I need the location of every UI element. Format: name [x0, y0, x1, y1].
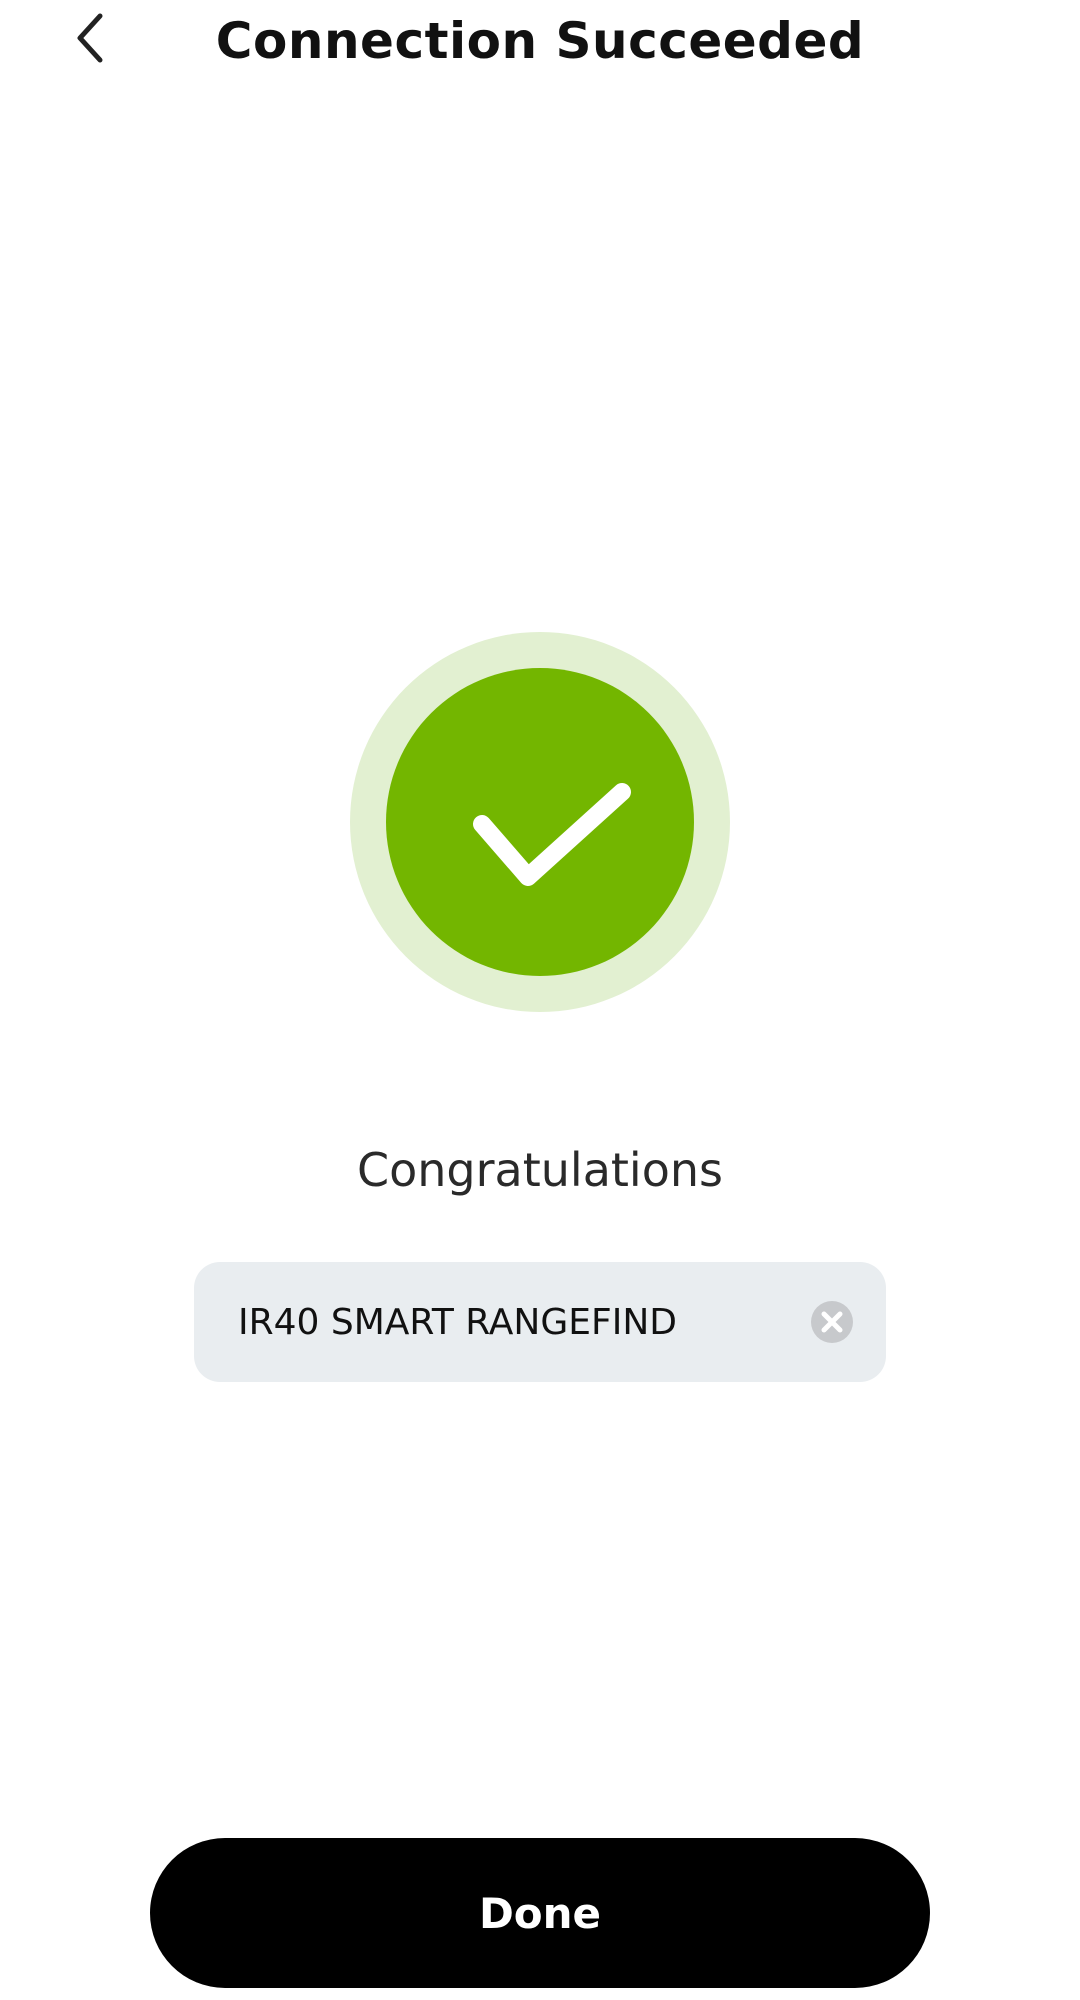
success-circle — [386, 668, 694, 976]
page-title: Connection Succeeded — [215, 12, 865, 70]
done-button[interactable]: Done — [150, 1838, 930, 1988]
congratulations-text: Congratulations — [357, 1143, 723, 1197]
clear-icon[interactable] — [810, 1300, 854, 1344]
device-name-field — [194, 1262, 886, 1382]
connection-succeeded-screen: Connection Succeeded Congratulations Don… — [0, 0, 1080, 2000]
check-circle-icon — [350, 632, 730, 1012]
device-name-input[interactable] — [238, 1262, 768, 1382]
